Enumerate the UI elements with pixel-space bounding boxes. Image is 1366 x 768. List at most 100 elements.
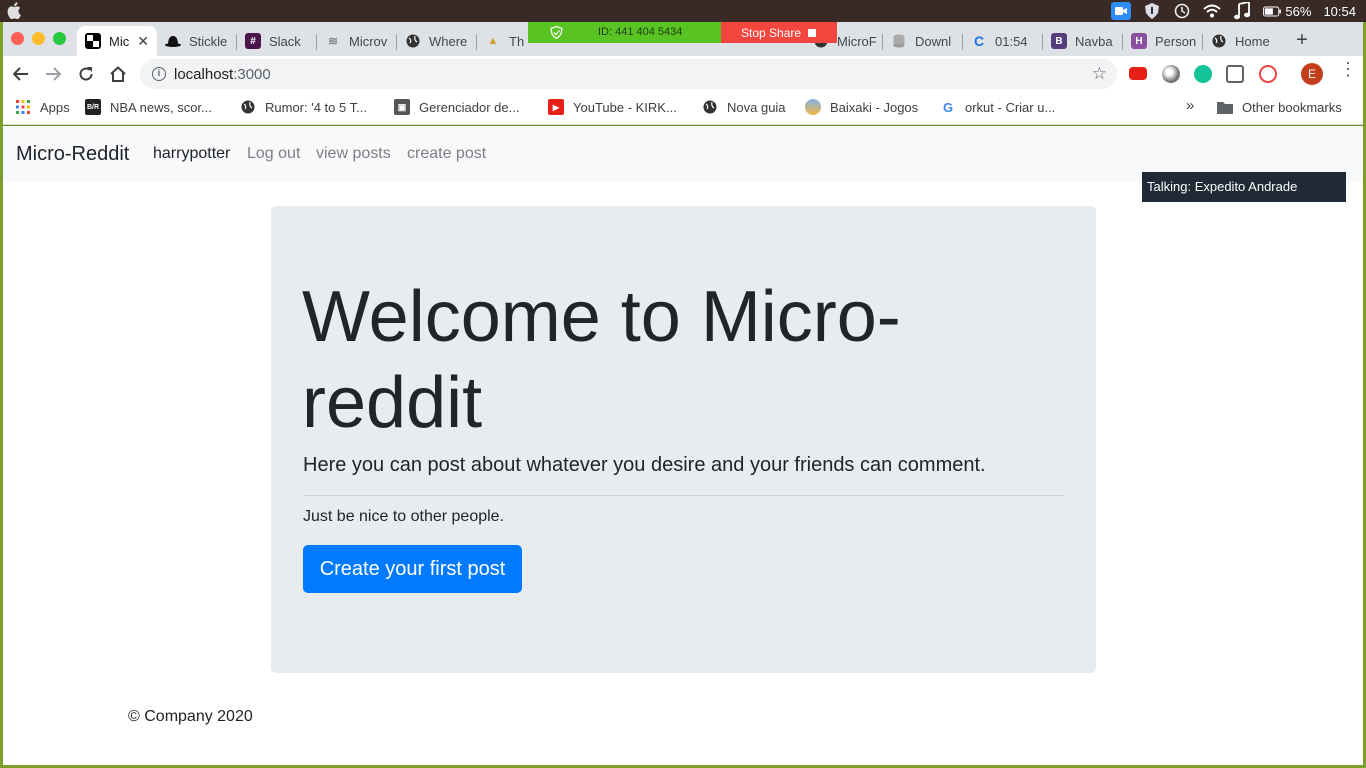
- fingerprint-extension-icon[interactable]: [1259, 65, 1277, 83]
- meeting-id-text: ID: 441 404 5434: [598, 26, 683, 38]
- back-button[interactable]: [11, 64, 31, 84]
- bookmark-gerenciador[interactable]: ▣ Gerenciador de...: [394, 99, 519, 115]
- bookmark-label: Nova guia: [727, 99, 786, 115]
- welcome-lead-text: Here you can post about whatever you des…: [303, 454, 986, 476]
- apps-grid-icon: [15, 99, 31, 115]
- close-window-button[interactable]: [11, 32, 24, 45]
- navbar-brand[interactable]: Micro-Reddit: [16, 143, 129, 166]
- reload-button[interactable]: [76, 64, 96, 84]
- tab-timer[interactable]: C 01:54: [963, 26, 1043, 56]
- tab-home[interactable]: Home: [1203, 26, 1283, 56]
- bowler-hat-favicon-icon: [165, 33, 181, 49]
- stop-share-button[interactable]: Stop Share: [721, 22, 837, 43]
- bookmark-label: orkut - Criar u...: [965, 99, 1056, 115]
- bookmark-baixaki[interactable]: Baixaki - Jogos: [805, 99, 918, 115]
- youtube-extension-icon[interactable]: [1129, 67, 1147, 80]
- address-bar[interactable]: i localhost:3000 ☆: [140, 59, 1117, 89]
- bootstrap-favicon-icon: B: [1051, 33, 1067, 49]
- tab-stickle[interactable]: Stickle: [157, 26, 237, 56]
- heroku-favicon-icon: H: [1131, 33, 1147, 49]
- tab-label: Where: [429, 33, 468, 49]
- bookmark-apps[interactable]: Apps: [15, 99, 70, 115]
- bookmark-nova-guia[interactable]: Nova guia: [702, 99, 786, 115]
- reload-icon: [79, 67, 93, 81]
- bookmark-youtube[interactable]: ▶ YouTube - KIRK...: [548, 99, 677, 115]
- image-icon: ▣: [394, 99, 410, 115]
- globe-icon: [240, 99, 256, 115]
- bookmark-label: Apps: [40, 99, 70, 115]
- bookmarks-bar: Apps B/R NBA news, scor... Rumor: '4 to …: [3, 92, 1363, 125]
- bookmark-label: Rumor: '4 to 5 T...: [265, 99, 367, 115]
- google-icon: G: [942, 99, 954, 115]
- welcome-jumbotron: Welcome to Micro-reddit Here you can pos…: [271, 206, 1096, 673]
- tab-th[interactable]: ▲ Th: [477, 26, 531, 56]
- zoom-camera-icon[interactable]: [1111, 2, 1132, 20]
- nav-logout-link[interactable]: Log out: [247, 145, 300, 163]
- tab-navba[interactable]: B Navba: [1043, 26, 1123, 56]
- nav-view-posts-link[interactable]: view posts: [316, 145, 391, 163]
- music-note-icon[interactable]: [1233, 2, 1251, 20]
- wave-favicon-icon: ≋: [327, 34, 339, 48]
- divider: [303, 495, 1064, 496]
- record-extension-icon[interactable]: [1162, 65, 1180, 83]
- battery-percent: 56%: [1285, 3, 1312, 19]
- web-page: Micro-Reddit harrypotter Log out view po…: [3, 126, 1363, 765]
- home-button[interactable]: [108, 64, 128, 84]
- tab-label: Th: [509, 33, 525, 49]
- screen-share-id-banner: ID: 441 404 5434: [528, 22, 721, 43]
- bookmark-orkut[interactable]: G orkut - Criar u...: [940, 99, 1055, 115]
- shield-icon[interactable]: [1143, 3, 1161, 19]
- profile-avatar[interactable]: E: [1301, 63, 1323, 85]
- mac-menu-bar: 56% 10:54: [0, 0, 1366, 22]
- menubar-clock[interactable]: 10:54: [1323, 4, 1356, 19]
- url-text: localhost:3000: [174, 66, 271, 83]
- time-machine-icon[interactable]: [1173, 3, 1191, 19]
- bookmark-label: Other bookmarks: [1242, 99, 1342, 115]
- apple-icon[interactable]: [7, 2, 21, 19]
- footer-copyright: © Company 2020: [128, 708, 253, 725]
- browser-toolbar: i localhost:3000 ☆ E ⋮: [3, 56, 1363, 92]
- tab-downl[interactable]: Downl: [883, 26, 963, 56]
- create-first-post-button[interactable]: Create your first post: [303, 545, 522, 593]
- bookmarks-overflow-button[interactable]: »: [1186, 97, 1194, 114]
- stop-share-label: Stop Share: [741, 26, 802, 40]
- tab-micro-reddit[interactable]: Mic ✕: [77, 26, 157, 56]
- nav-username[interactable]: harrypotter: [153, 145, 230, 163]
- globe-icon: [702, 99, 718, 115]
- grammarly-extension-icon[interactable]: [1194, 65, 1212, 83]
- minimize-window-button[interactable]: [32, 32, 45, 45]
- tab-label: Slack: [269, 33, 301, 49]
- nav-create-post-link[interactable]: create post: [407, 145, 486, 163]
- camera-extension-icon[interactable]: [1226, 65, 1244, 83]
- database-favicon-icon: [891, 33, 907, 49]
- wifi-icon[interactable]: [1203, 3, 1222, 19]
- tab-where[interactable]: Where: [397, 26, 477, 56]
- bookmark-other[interactable]: Other bookmarks: [1217, 99, 1342, 115]
- bookmark-label: Gerenciador de...: [419, 99, 520, 115]
- bookmark-star-icon[interactable]: ☆: [1092, 64, 1107, 84]
- stop-square-icon: [808, 29, 816, 37]
- folder-icon: [1217, 99, 1233, 115]
- battery-icon[interactable]: [1263, 3, 1282, 19]
- tab-label: Home: [1235, 33, 1270, 49]
- new-tab-button[interactable]: +: [1291, 29, 1313, 51]
- browser-menu-icon[interactable]: ⋮: [1339, 60, 1357, 78]
- bookmark-nba-news[interactable]: B/R NBA news, scor...: [85, 99, 212, 115]
- bookmark-label: Baixaki - Jogos: [830, 99, 919, 115]
- close-tab-icon[interactable]: ✕: [137, 33, 149, 50]
- tab-slack[interactable]: # Slack: [237, 26, 317, 56]
- arrow-left-icon: [13, 67, 28, 81]
- tab-microv[interactable]: ≋ Microv: [317, 26, 397, 56]
- bookmark-label: YouTube - KIRK...: [573, 99, 677, 115]
- bookmark-label: NBA news, scor...: [110, 99, 212, 115]
- globe-favicon-icon: [405, 33, 421, 49]
- maximize-window-button[interactable]: [53, 32, 66, 45]
- clockify-favicon-icon: C: [973, 33, 985, 49]
- site-info-icon[interactable]: i: [152, 67, 166, 81]
- bookmark-rumor[interactable]: Rumor: '4 to 5 T...: [240, 99, 367, 115]
- arrow-right-icon: [46, 67, 61, 81]
- tab-person[interactable]: H Person: [1123, 26, 1203, 56]
- forward-button[interactable]: [43, 64, 63, 84]
- home-icon: [110, 66, 126, 82]
- tab-label: MicroF: [837, 33, 877, 49]
